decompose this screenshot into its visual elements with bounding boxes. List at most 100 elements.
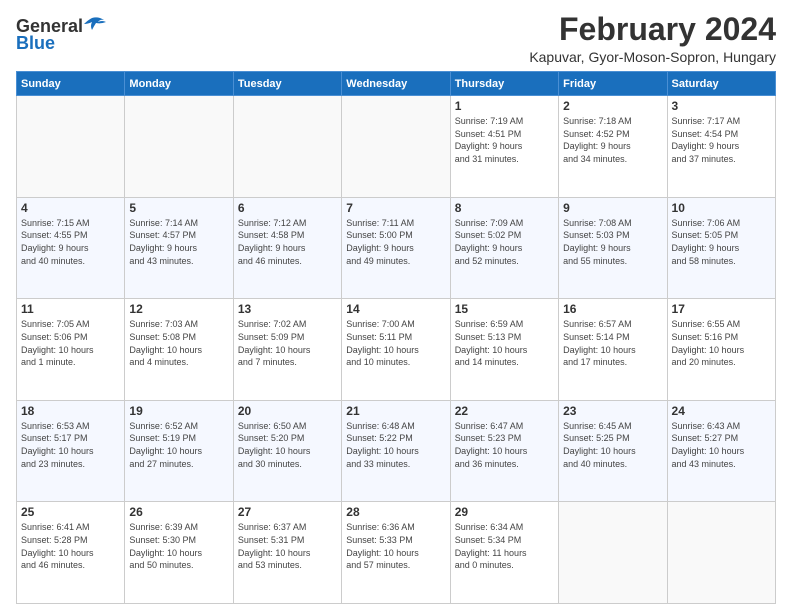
day-number: 24: [672, 404, 771, 418]
day-cell: 15 Sunrise: 6:59 AM Sunset: 5:13 PM Dayli…: [450, 299, 558, 401]
day-cell: [342, 96, 450, 198]
day-number: 14: [346, 302, 445, 316]
day-cell: 5Sunrise: 7:14 AM Sunset: 4:57 PM Daylig…: [125, 197, 233, 299]
day-cell: 28 Sunrise: 6:36 AM Sunset: 5:33 PM Dayli…: [342, 502, 450, 604]
day-cell: 24 Sunrise: 6:43 AM Sunset: 5:27 PM Dayli…: [667, 400, 775, 502]
day-number: 19: [129, 404, 228, 418]
header-friday: Friday: [559, 72, 667, 96]
title-block: February 2024 Kapuvar, Gyor-Moson-Sopron…: [529, 12, 776, 65]
day-number: 22: [455, 404, 554, 418]
week-row-3: 11 Sunrise: 7:05 AM Sunset: 5:06 PM Dayli…: [17, 299, 776, 401]
week-row-1: 1Sunrise: 7:19 AM Sunset: 4:51 PM Daylig…: [17, 96, 776, 198]
day-number: 12: [129, 302, 228, 316]
month-year-title: February 2024: [529, 12, 776, 47]
day-cell: 12 Sunrise: 7:03 AM Sunset: 5:08 PM Dayli…: [125, 299, 233, 401]
day-cell: 2Sunrise: 7:18 AM Sunset: 4:52 PM Daylig…: [559, 96, 667, 198]
day-cell: [233, 96, 341, 198]
day-info: Sunrise: 7:00 AM Sunset: 5:11 PM Dayligh…: [346, 318, 445, 368]
day-number: 1: [455, 99, 554, 113]
day-info: Sunrise: 6:37 AM Sunset: 5:31 PM Dayligh…: [238, 521, 337, 571]
day-cell: [667, 502, 775, 604]
day-cell: 26 Sunrise: 6:39 AM Sunset: 5:30 PM Dayli…: [125, 502, 233, 604]
calendar-table: Sunday Monday Tuesday Wednesday Thursday…: [16, 71, 776, 604]
day-info: Sunrise: 7:09 AM Sunset: 5:02 PM Dayligh…: [455, 217, 554, 267]
day-info: Sunrise: 6:50 AM Sunset: 5:20 PM Dayligh…: [238, 420, 337, 470]
day-number: 21: [346, 404, 445, 418]
day-info: Sunrise: 6:36 AM Sunset: 5:33 PM Dayligh…: [346, 521, 445, 571]
day-info: Sunrise: 6:43 AM Sunset: 5:27 PM Dayligh…: [672, 420, 771, 470]
day-info: Sunrise: 6:34 AM Sunset: 5:34 PM Dayligh…: [455, 521, 554, 571]
day-cell: 11 Sunrise: 7:05 AM Sunset: 5:06 PM Dayli…: [17, 299, 125, 401]
day-number: 3: [672, 99, 771, 113]
header: General Blue February 2024 Kapuvar, Gyor…: [16, 12, 776, 65]
day-info: Sunrise: 6:41 AM Sunset: 5:28 PM Dayligh…: [21, 521, 120, 571]
week-row-5: 25 Sunrise: 6:41 AM Sunset: 5:28 PM Dayli…: [17, 502, 776, 604]
day-number: 11: [21, 302, 120, 316]
day-number: 23: [563, 404, 662, 418]
day-number: 17: [672, 302, 771, 316]
day-number: 29: [455, 505, 554, 519]
day-number: 28: [346, 505, 445, 519]
day-info: Sunrise: 7:12 AM Sunset: 4:58 PM Dayligh…: [238, 217, 337, 267]
day-cell: 17 Sunrise: 6:55 AM Sunset: 5:16 PM Dayli…: [667, 299, 775, 401]
day-number: 27: [238, 505, 337, 519]
logo: General Blue: [16, 16, 106, 54]
day-info: Sunrise: 7:05 AM Sunset: 5:06 PM Dayligh…: [21, 318, 120, 368]
day-cell: 14 Sunrise: 7:00 AM Sunset: 5:11 PM Dayli…: [342, 299, 450, 401]
day-number: 18: [21, 404, 120, 418]
location-subtitle: Kapuvar, Gyor-Moson-Sopron, Hungary: [529, 49, 776, 65]
day-number: 25: [21, 505, 120, 519]
day-cell: 25 Sunrise: 6:41 AM Sunset: 5:28 PM Dayli…: [17, 502, 125, 604]
calendar-header-row: Sunday Monday Tuesday Wednesday Thursday…: [17, 72, 776, 96]
day-cell: 16 Sunrise: 6:57 AM Sunset: 5:14 PM Dayli…: [559, 299, 667, 401]
day-info: Sunrise: 6:55 AM Sunset: 5:16 PM Dayligh…: [672, 318, 771, 368]
day-cell: 21 Sunrise: 6:48 AM Sunset: 5:22 PM Dayli…: [342, 400, 450, 502]
day-info: Sunrise: 7:17 AM Sunset: 4:54 PM Dayligh…: [672, 115, 771, 165]
day-cell: 22Sunrise: 6:47 AM Sunset: 5:23 PM Dayli…: [450, 400, 558, 502]
day-info: Sunrise: 7:11 AM Sunset: 5:00 PM Dayligh…: [346, 217, 445, 267]
logo-bird-icon: [84, 16, 106, 34]
day-cell: [559, 502, 667, 604]
day-info: Sunrise: 7:18 AM Sunset: 4:52 PM Dayligh…: [563, 115, 662, 165]
day-number: 15: [455, 302, 554, 316]
day-cell: 7 Sunrise: 7:11 AM Sunset: 5:00 PM Daylig…: [342, 197, 450, 299]
day-number: 16: [563, 302, 662, 316]
day-info: Sunrise: 7:02 AM Sunset: 5:09 PM Dayligh…: [238, 318, 337, 368]
header-monday: Monday: [125, 72, 233, 96]
day-info: Sunrise: 7:08 AM Sunset: 5:03 PM Dayligh…: [563, 217, 662, 267]
day-cell: 27 Sunrise: 6:37 AM Sunset: 5:31 PM Dayli…: [233, 502, 341, 604]
header-sunday: Sunday: [17, 72, 125, 96]
day-info: Sunrise: 7:06 AM Sunset: 5:05 PM Dayligh…: [672, 217, 771, 267]
day-cell: 10 Sunrise: 7:06 AM Sunset: 5:05 PM Dayli…: [667, 197, 775, 299]
day-number: 7: [346, 201, 445, 215]
day-cell: 4 Sunrise: 7:15 AM Sunset: 4:55 PM Daylig…: [17, 197, 125, 299]
day-info: Sunrise: 6:57 AM Sunset: 5:14 PM Dayligh…: [563, 318, 662, 368]
header-thursday: Thursday: [450, 72, 558, 96]
header-tuesday: Tuesday: [233, 72, 341, 96]
day-number: 9: [563, 201, 662, 215]
day-number: 10: [672, 201, 771, 215]
day-info: Sunrise: 6:52 AM Sunset: 5:19 PM Dayligh…: [129, 420, 228, 470]
header-wednesday: Wednesday: [342, 72, 450, 96]
day-number: 4: [21, 201, 120, 215]
day-info: Sunrise: 6:39 AM Sunset: 5:30 PM Dayligh…: [129, 521, 228, 571]
day-cell: 3 Sunrise: 7:17 AM Sunset: 4:54 PM Daylig…: [667, 96, 775, 198]
day-info: Sunrise: 7:03 AM Sunset: 5:08 PM Dayligh…: [129, 318, 228, 368]
day-number: 26: [129, 505, 228, 519]
week-row-2: 4 Sunrise: 7:15 AM Sunset: 4:55 PM Daylig…: [17, 197, 776, 299]
day-cell: 23 Sunrise: 6:45 AM Sunset: 5:25 PM Dayli…: [559, 400, 667, 502]
day-info: Sunrise: 6:45 AM Sunset: 5:25 PM Dayligh…: [563, 420, 662, 470]
day-number: 5: [129, 201, 228, 215]
header-saturday: Saturday: [667, 72, 775, 96]
day-cell: 29 Sunrise: 6:34 AM Sunset: 5:34 PM Dayli…: [450, 502, 558, 604]
day-info: Sunrise: 6:48 AM Sunset: 5:22 PM Dayligh…: [346, 420, 445, 470]
day-info: Sunrise: 6:53 AM Sunset: 5:17 PM Dayligh…: [21, 420, 120, 470]
day-cell: [125, 96, 233, 198]
day-number: 20: [238, 404, 337, 418]
day-cell: 18 Sunrise: 6:53 AM Sunset: 5:17 PM Dayli…: [17, 400, 125, 502]
day-cell: 20 Sunrise: 6:50 AM Sunset: 5:20 PM Dayli…: [233, 400, 341, 502]
day-info: Sunrise: 6:59 AM Sunset: 5:13 PM Dayligh…: [455, 318, 554, 368]
day-info: Sunrise: 7:15 AM Sunset: 4:55 PM Dayligh…: [21, 217, 120, 267]
day-number: 13: [238, 302, 337, 316]
day-cell: [17, 96, 125, 198]
